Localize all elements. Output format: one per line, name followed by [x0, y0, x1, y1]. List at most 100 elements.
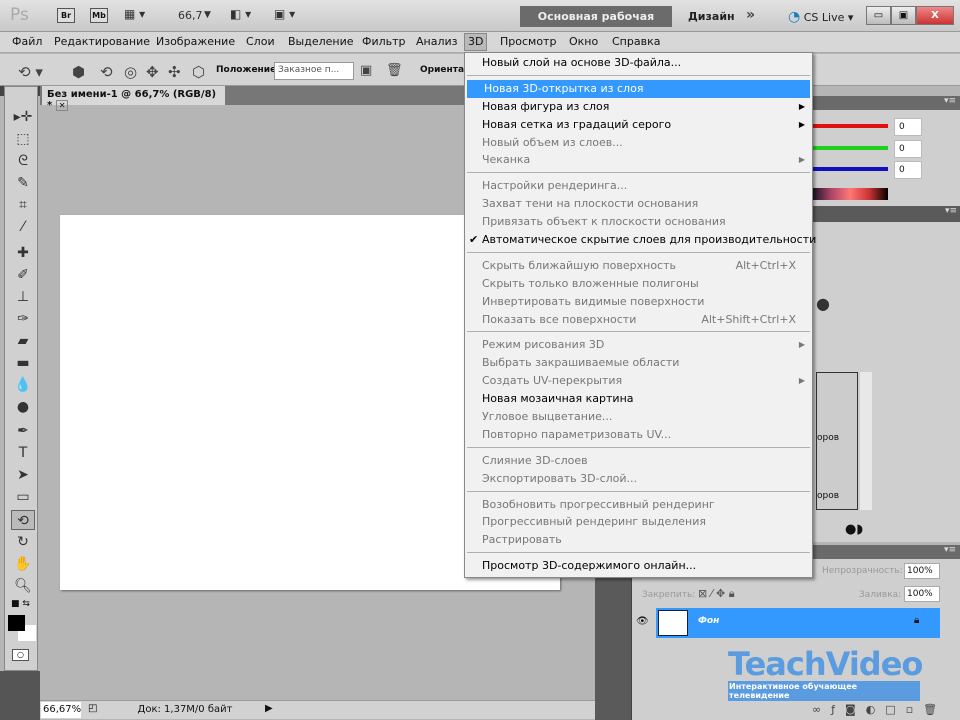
menu-help[interactable]: Справка	[612, 35, 660, 48]
3d-rotate-tool-icon[interactable]: ⟲	[11, 510, 35, 530]
menu-analysis[interactable]: Анализ	[416, 35, 458, 48]
path-selection-tool-icon[interactable]: ➤	[11, 465, 35, 485]
restore-button[interactable]: ▣	[891, 6, 916, 25]
menu-item[interactable]: Растрировать	[465, 531, 812, 549]
menu-item[interactable]: Слияние 3D-слоев	[465, 452, 812, 470]
menu-item[interactable]: Новая фигура из слоя ▶	[465, 98, 812, 116]
menu-item[interactable]: Настройки рендеринга...	[465, 177, 812, 195]
menu-item[interactable]: Создать UV-перекрытия ▶	[465, 372, 812, 390]
document-tab[interactable]: Без имени-1 @ 66,7% (RGB/8) * ✕	[42, 86, 225, 111]
3d-roll-icon[interactable]: ◎	[124, 63, 137, 81]
type-tool-icon[interactable]: T	[11, 443, 35, 463]
zoom-field[interactable]: 66,67%	[41, 702, 81, 718]
eye-icon[interactable]: 👁︎	[636, 608, 654, 640]
red-value-field[interactable]: 0	[894, 118, 922, 136]
position-select[interactable]: Заказное п...	[274, 62, 354, 80]
bridge-button[interactable]: Br	[57, 8, 75, 23]
crop-tool-icon[interactable]: ⌗	[11, 195, 35, 215]
menu-item[interactable]: Автоматическое скрытие слоев для произво…	[465, 231, 816, 249]
menu-layer[interactable]: Слои	[246, 35, 275, 48]
style-swatch-icon[interactable]: ●	[816, 294, 830, 313]
menu-item[interactable]: Повторно параметризовать UV...	[465, 426, 812, 444]
blue-value-field[interactable]: 0	[894, 161, 922, 179]
menu-edit[interactable]: Редактирование	[54, 35, 150, 48]
menu-item[interactable]: Просмотр 3D-содержимого онлайн...	[465, 557, 812, 575]
menu-item[interactable]: Привязать объект к плоскости основания	[465, 213, 812, 231]
styles-list[interactable]: оров оров	[816, 372, 858, 510]
history-brush-tool-icon[interactable]: ✑	[11, 309, 35, 329]
move-tool-icon[interactable]: ▸✛	[11, 107, 35, 127]
lasso-tool-icon[interactable]: ᘓ	[11, 151, 35, 171]
preview-icon[interactable]: ◰	[88, 703, 97, 714]
minimize-button[interactable]: ▭	[866, 6, 891, 25]
menu-item[interactable]: Инвертировать видимые поверхности	[465, 293, 812, 311]
menu-item[interactable]: Скрыть ближайшую поверхность Alt+Ctrl+X	[465, 257, 812, 275]
default-colors-icon[interactable]: ■ ⇆	[11, 599, 30, 609]
menu-item[interactable]: Новая сетка из градаций серого ▶	[465, 116, 812, 134]
healing-brush-tool-icon[interactable]: ✚	[11, 243, 35, 263]
menu-item[interactable]: Экспортировать 3D-слой...	[465, 470, 812, 488]
color-ramp[interactable]	[812, 188, 888, 200]
opacity-field[interactable]: 100%	[904, 563, 940, 579]
menu-item[interactable]: Захват тени на плоскости основания	[465, 195, 812, 213]
dodge-tool-icon[interactable]: ●	[11, 397, 35, 417]
blue-slider[interactable]	[812, 167, 888, 171]
shape-tool-icon[interactable]: ▭	[11, 487, 35, 507]
view-extras-icon[interactable]: ▦ ▾	[124, 7, 145, 21]
menu-item[interactable]: Режим рисования 3D ▶	[465, 336, 812, 354]
menu-item[interactable]: Новая 3D-открытка из слоя	[467, 79, 810, 98]
menu-view[interactable]: Просмотр	[500, 35, 556, 48]
eraser-tool-icon[interactable]: ▰	[11, 331, 35, 351]
return-to-initial-position-icon[interactable]: ⬢	[72, 63, 85, 81]
3d-orbit-tool-icon[interactable]: ↻	[11, 532, 35, 552]
screen-mode-icon[interactable]: ▣ ▾	[274, 7, 295, 21]
close-tab-icon[interactable]: ✕	[55, 100, 69, 111]
menu-3d[interactable]: 3D	[464, 33, 488, 51]
menu-item[interactable]: Выбрать закрашиваемые области	[465, 354, 812, 372]
chevron-down-icon[interactable]: ▼	[204, 10, 211, 20]
save-icon[interactable]: ▣	[360, 63, 372, 78]
menu-item[interactable]: Угловое выцветание...	[465, 408, 812, 426]
menu-item[interactable]: Новая мозаичная картина	[465, 390, 812, 408]
arrange-documents-icon[interactable]: ◧ ▾	[230, 7, 251, 21]
gradient-tool-icon[interactable]: ▬	[11, 353, 35, 373]
delete-icon[interactable]: 🗑	[386, 63, 403, 78]
menu-item[interactable]: Новый слой на основе 3D-файла...	[465, 54, 812, 72]
quick-mask-icon[interactable]: ○	[12, 649, 29, 661]
foreground-color-swatch[interactable]	[8, 615, 25, 631]
3d-slide-icon[interactable]: ✣	[168, 63, 181, 81]
quick-selection-tool-icon[interactable]: ✎	[11, 173, 35, 193]
3d-rotate-tool-preset-icon[interactable]: ⟲ ▾	[18, 63, 43, 81]
blur-tool-icon[interactable]: 💧	[11, 375, 35, 395]
menu-window[interactable]: Окно	[569, 35, 598, 48]
cs-live-button[interactable]: ◔ CS Live ▾	[788, 9, 853, 25]
fill-field[interactable]: 100%	[904, 586, 940, 602]
layer-actions-icons[interactable]: ∞ƒ◙◐□▫🗑	[812, 703, 947, 716]
eyedropper-tool-icon[interactable]: ⁄	[11, 217, 35, 237]
3d-pan-icon[interactable]: ✥	[146, 63, 159, 81]
clipping-icon[interactable]: ●◗	[845, 522, 863, 537]
close-button[interactable]: X	[916, 6, 954, 25]
layer-row-background[interactable]: Фон 🔒︎	[656, 608, 940, 638]
green-slider[interactable]	[812, 146, 888, 150]
menu-item[interactable]: Возобновить прогрессивный рендеринг	[465, 496, 812, 514]
menu-file[interactable]: Файл	[12, 35, 42, 48]
hand-tool-icon[interactable]: ✋	[11, 554, 35, 574]
menu-item[interactable]: Скрыть только вложенные полигоны	[465, 275, 812, 293]
brush-tool-icon[interactable]: ✐	[11, 265, 35, 285]
mini-bridge-button[interactable]: Mb	[90, 8, 108, 23]
lock-icons[interactable]: ⊠ ⁄ ✥ 🔒︎	[698, 587, 735, 601]
status-menu-arrow-icon[interactable]: ▶	[265, 703, 273, 714]
menu-item[interactable]: Показать все поверхности Alt+Shift+Ctrl+X	[465, 311, 812, 329]
red-slider[interactable]	[812, 124, 888, 128]
workspace-design-button[interactable]: Дизайн	[688, 10, 735, 23]
zoom-level-dropdown[interactable]: 66,7	[178, 9, 203, 22]
more-workspaces-button[interactable]: »	[746, 7, 755, 23]
menu-select[interactable]: Выделение	[288, 35, 354, 48]
menu-item[interactable]: Прогрессивный рендеринг выделения	[465, 513, 812, 531]
marquee-tool-icon[interactable]: ⬚	[11, 129, 35, 149]
pen-tool-icon[interactable]: ✒	[11, 421, 35, 441]
menu-filter[interactable]: Фильтр	[362, 35, 406, 48]
styles-scrollbar[interactable]	[860, 372, 872, 510]
menu-item[interactable]: Новый объем из слоев...	[465, 134, 812, 152]
